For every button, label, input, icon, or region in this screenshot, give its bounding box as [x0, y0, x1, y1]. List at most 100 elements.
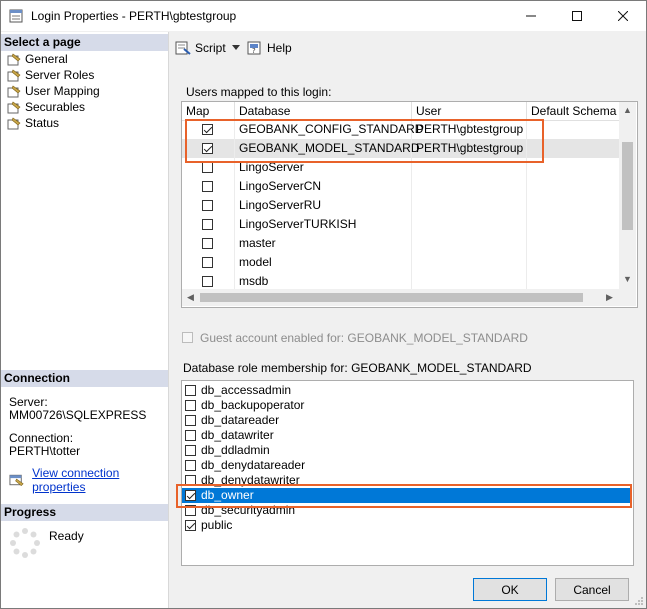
schema-cell[interactable]	[527, 215, 622, 234]
maximize-button[interactable]	[554, 1, 600, 31]
page-item-securables[interactable]: Securables	[7, 99, 85, 115]
schema-cell[interactable]	[527, 253, 622, 272]
script-dropdown-button[interactable]	[232, 45, 240, 50]
scroll-right-icon[interactable]: ▶	[601, 292, 618, 303]
list-item[interactable]: db_datareader	[182, 413, 631, 428]
column-header-map[interactable]: Map	[182, 102, 235, 120]
schema-cell[interactable]	[527, 234, 622, 253]
view-connection-properties[interactable]: View connection properties	[9, 466, 168, 494]
role-checkbox[interactable]	[185, 385, 196, 396]
schema-cell[interactable]	[527, 177, 622, 196]
users-mapped-label: Users mapped to this login:	[186, 85, 332, 99]
help-label: Help	[267, 41, 292, 55]
column-header-user[interactable]: User	[412, 102, 527, 120]
schema-cell[interactable]	[527, 196, 622, 215]
page-item-status[interactable]: Status	[7, 115, 59, 131]
grid-vertical-scrollbar[interactable]: ▲ ▼	[619, 102, 636, 289]
table-row[interactable]: LingoServerTURKISH	[182, 215, 622, 234]
list-item[interactable]: public	[182, 518, 631, 533]
right-panel: Script ? Help Users mapped to this login…	[169, 32, 646, 608]
user-cell[interactable]	[412, 234, 527, 253]
database-cell: model	[235, 253, 412, 272]
table-row[interactable]: LingoServerRU	[182, 196, 622, 215]
map-checkbox[interactable]	[202, 257, 213, 268]
scroll-up-icon[interactable]: ▲	[619, 105, 636, 115]
scroll-left-icon[interactable]: ◀	[182, 292, 199, 303]
table-row[interactable]: LingoServerCN	[182, 177, 622, 196]
user-cell[interactable]	[412, 215, 527, 234]
ok-button[interactable]: OK	[473, 578, 547, 601]
database-cell: LingoServerCN	[235, 177, 412, 196]
chevron-down-icon	[232, 45, 240, 50]
view-connection-link[interactable]: View connection properties	[32, 466, 168, 494]
vertical-scroll-thumb[interactable]	[622, 142, 633, 230]
progress-header: Progress	[1, 504, 168, 521]
maximize-icon	[572, 11, 582, 21]
table-row[interactable]: master	[182, 234, 622, 253]
title-bar: Login Properties - PERTH\gbtestgroup	[1, 1, 646, 31]
cancel-button[interactable]: Cancel	[555, 578, 629, 601]
role-checkbox[interactable]	[185, 520, 196, 531]
role-label: db_datawriter	[201, 428, 274, 442]
column-header-database[interactable]: Database	[235, 102, 412, 120]
help-button[interactable]: ? Help	[247, 41, 292, 55]
page-item-user-mapping[interactable]: User Mapping	[7, 83, 100, 99]
list-item[interactable]: db_datawriter	[182, 428, 631, 443]
db-owner-highlight	[176, 484, 632, 508]
user-cell[interactable]	[412, 196, 527, 215]
role-checkbox[interactable]	[185, 460, 196, 471]
horizontal-scroll-thumb[interactable]	[200, 293, 583, 302]
server-label: Server:	[9, 395, 48, 409]
list-item[interactable]: db_denydatareader	[182, 458, 631, 473]
wrench-page-icon	[7, 85, 21, 97]
role-checkbox[interactable]	[185, 445, 196, 456]
page-item-label: Status	[25, 116, 60, 130]
map-checkbox[interactable]	[202, 200, 213, 211]
column-header-default-schema[interactable]: Default Schema	[527, 102, 622, 120]
database-cell: LingoServerTURKISH	[235, 215, 412, 234]
connection-value: PERTH\totter	[9, 444, 81, 458]
resize-grip-icon[interactable]	[634, 596, 644, 606]
progress-spinner-icon	[10, 528, 40, 558]
role-checkbox[interactable]	[185, 400, 196, 411]
connection-label: Connection:	[9, 431, 74, 445]
table-row[interactable]: model	[182, 253, 622, 272]
left-panel: Select a page General Server Roles User …	[1, 32, 169, 608]
role-label: db_backupoperator	[201, 398, 305, 412]
user-cell[interactable]	[412, 253, 527, 272]
grid-horizontal-scrollbar[interactable]: ◀ ▶	[182, 289, 619, 306]
login-properties-window: Login Properties - PERTH\gbtestgroup Sel…	[0, 0, 647, 609]
list-item[interactable]: db_backupoperator	[182, 398, 631, 413]
page-item-label: General	[25, 52, 68, 66]
role-checkbox[interactable]	[185, 415, 196, 426]
minimize-icon	[526, 15, 536, 17]
map-checkbox[interactable]	[202, 238, 213, 249]
database-cell: LingoServerRU	[235, 196, 412, 215]
list-item[interactable]: db_ddladmin	[182, 443, 631, 458]
map-checkbox[interactable]	[202, 181, 213, 192]
toolbar: Script ? Help	[169, 32, 646, 64]
wrench-page-icon	[7, 53, 21, 65]
wrench-page-icon	[7, 101, 21, 113]
map-checkbox[interactable]	[202, 162, 213, 173]
map-checkbox[interactable]	[202, 219, 213, 230]
mapped-rows-highlight	[185, 119, 544, 163]
list-item[interactable]: db_accessadmin	[182, 383, 631, 398]
wrench-page-icon	[7, 117, 21, 129]
role-checkbox[interactable]	[185, 430, 196, 441]
wrench-page-icon	[7, 69, 21, 81]
guest-account-label: Guest account enabled for: GEOBANK_MODEL…	[200, 331, 528, 345]
close-button[interactable]	[600, 1, 646, 31]
svg-text:?: ?	[252, 47, 256, 55]
page-item-general[interactable]: General	[7, 51, 68, 67]
guest-account-checkbox[interactable]	[182, 332, 193, 343]
database-cell: master	[235, 234, 412, 253]
page-item-server-roles[interactable]: Server Roles	[7, 67, 94, 83]
scroll-down-icon[interactable]: ▼	[619, 274, 636, 284]
map-checkbox[interactable]	[202, 276, 213, 287]
role-membership-list[interactable]: db_accessadmin db_backupoperator db_data…	[181, 380, 634, 566]
script-button[interactable]: Script	[175, 41, 226, 55]
role-membership-label: Database role membership for: GEOBANK_MO…	[183, 361, 532, 375]
user-cell[interactable]	[412, 177, 527, 196]
minimize-button[interactable]	[508, 1, 554, 31]
